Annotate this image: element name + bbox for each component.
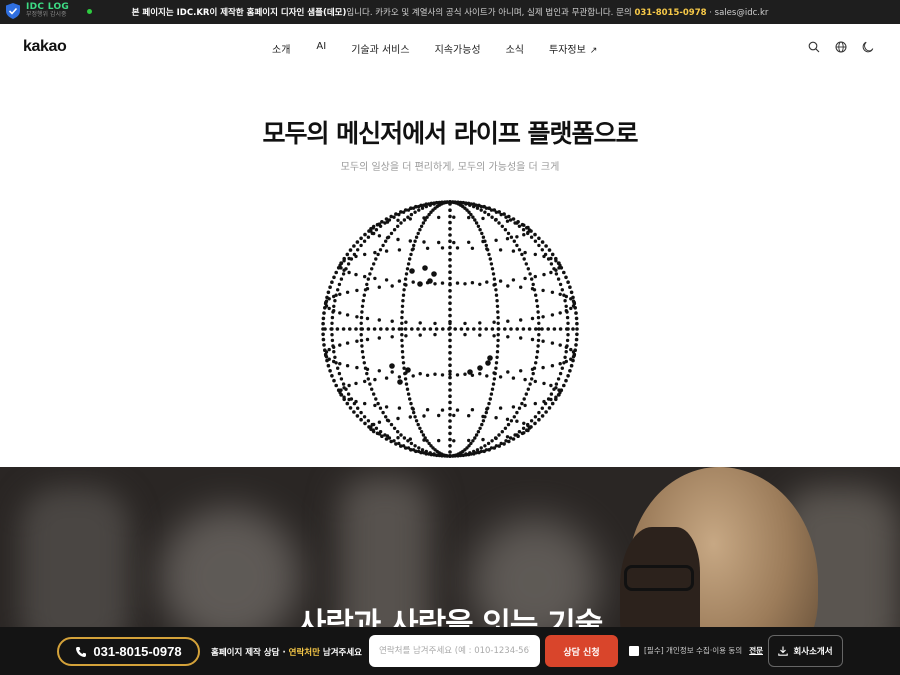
privacy-consent-checkbox[interactable] <box>629 645 639 656</box>
consult-prompt: 홈페이지 제작 상담 · 연락처만 남겨주세요 <box>211 646 362 658</box>
notice-light: 입니다. 카카오 및 계열사의 공식 사이트가 아니며, 실제 법인과 무관합니… <box>346 8 632 18</box>
header-tools <box>808 41 874 53</box>
globe-icon[interactable] <box>835 41 847 53</box>
main-nav: 소개 AI 기술과 서비스 지속가능성 소식 투자정보 ↗ <box>272 41 597 56</box>
privacy-consent-label: [필수] 개인정보 수집·이용 동의 <box>644 646 743 655</box>
consult-bar: 031-8015-0978 홈페이지 제작 상담 · 연락처만 남겨주세요 상담… <box>0 627 900 675</box>
notice-email-link[interactable]: sales@idc.kr <box>715 8 769 18</box>
consult-submit-button[interactable]: 상담 신청 <box>545 635 618 667</box>
consult-prefix: 홈페이지 제작 상담 · <box>211 648 289 658</box>
contact-phone-input[interactable] <box>369 635 540 667</box>
woman-portrait-glasses <box>624 565 694 591</box>
kakao-logo[interactable]: kakao <box>23 38 67 56</box>
nav-item-about[interactable]: 소개 <box>272 41 290 56</box>
dotted-globe-graphic <box>321 200 579 458</box>
consult-highlight: 연락처만 <box>288 648 320 658</box>
moon-icon[interactable] <box>862 41 874 53</box>
brochure-download-button[interactable]: 회사소개서 <box>768 635 843 667</box>
consult-suffix: 남겨주세요 <box>319 648 362 658</box>
privacy-full-text-link[interactable]: 전문 <box>749 645 763 656</box>
notice-strong: 본 페이지는 IDC.KR이 제작한 홈페이지 디자인 샘플(데모) <box>131 8 347 18</box>
notice-separator: · <box>709 8 712 18</box>
privacy-consent: [필수] 개인정보 수집·이용 동의 전문 <box>629 645 763 656</box>
download-icon <box>778 646 789 656</box>
brochure-label: 회사소개서 <box>793 647 833 657</box>
phone-icon <box>76 646 87 657</box>
nav-item-sustainability[interactable]: 지속가능성 <box>435 41 481 56</box>
nav-item-tech-services[interactable]: 기술과 서비스 <box>351 41 409 56</box>
call-number: 031-8015-0978 <box>93 644 182 659</box>
external-link-icon: ↗ <box>589 46 598 56</box>
hero-subtitle: 모두의 일상을 더 편리하게, 모두의 가능성을 더 크게 <box>340 162 560 173</box>
search-icon[interactable] <box>808 41 820 53</box>
nav-item-ai[interactable]: AI <box>316 41 326 56</box>
nav-item-investor-label: 투자정보 <box>549 45 586 56</box>
demo-notice-text: 본 페이지는 IDC.KR이 제작한 홈페이지 디자인 샘플(데모)입니다. 카… <box>0 6 900 18</box>
site-header: kakao 소개 AI 기술과 서비스 지속가능성 소식 투자정보 ↗ <box>0 24 900 72</box>
nav-item-news[interactable]: 소식 <box>506 41 524 56</box>
notice-phone-link[interactable]: 031-8015-0978 <box>634 8 706 18</box>
demo-notice-bar: IDC LOG 부정행위 감시중 본 페이지는 IDC.KR이 제작한 홈페이지… <box>0 0 900 24</box>
nav-item-investor[interactable]: 투자정보 ↗ <box>549 41 597 56</box>
call-button[interactable]: 031-8015-0978 <box>57 637 200 666</box>
hero-title: 모두의 메신저에서 라이프 플랫폼으로 <box>262 119 638 148</box>
